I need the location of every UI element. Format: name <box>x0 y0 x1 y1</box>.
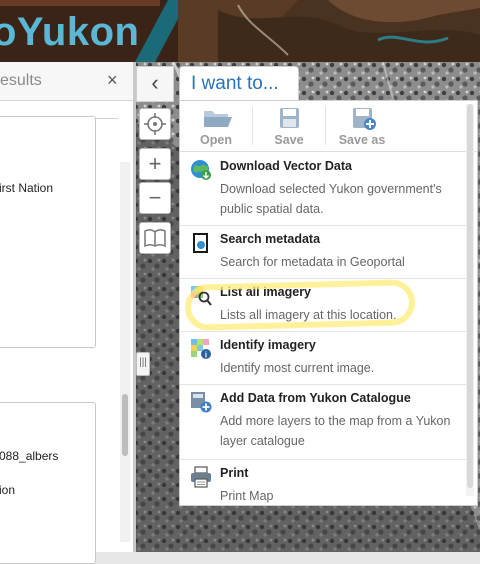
printer-icon <box>191 466 211 488</box>
save-as-button[interactable]: Save as <box>326 103 398 149</box>
globe-download-icon <box>191 160 211 180</box>
bookmarks-button[interactable] <box>139 222 171 254</box>
menu-item-add-data-from-catalogue[interactable]: Add Data from Yukon Catalogue Add more l… <box>180 385 467 460</box>
project-toolbar: Open Save Save as <box>180 101 477 152</box>
open-button[interactable]: Open <box>180 103 252 149</box>
crosshair-icon <box>144 113 166 135</box>
splitter-grip[interactable]: ||| <box>136 352 150 376</box>
i-want-to-panel: Open Save Save as Download Vector Data D… <box>179 100 478 506</box>
menu-item-print[interactable]: Print Print Map <box>180 460 467 505</box>
result-card-line1: 088_albers <box>0 449 59 463</box>
collapse-panel-button[interactable]: ‹ <box>136 66 174 102</box>
app-header: oYukon <box>0 0 480 62</box>
add-data-icon <box>191 392 212 413</box>
results-scrollbar-thumb[interactable] <box>122 394 128 456</box>
folder-open-icon <box>204 111 232 127</box>
zoom-in-button[interactable]: + <box>139 148 171 180</box>
item-description: Print Map <box>220 489 274 503</box>
item-title: Download Vector Data <box>220 159 352 173</box>
close-results-button[interactable]: × <box>107 70 118 91</box>
i-want-to-tab[interactable]: I want to... <box>179 66 299 102</box>
locate-button[interactable] <box>139 108 171 140</box>
open-label: Open <box>200 133 232 147</box>
save-icon <box>280 108 299 128</box>
metadata-search-icon <box>193 233 208 253</box>
item-description: Search for metadata in Geoportal <box>220 255 405 269</box>
result-card[interactable]: 088_albers ion <box>0 402 96 564</box>
results-panel: esults × irst Nation 088_albers ion <box>0 62 134 564</box>
menu-scrollbar-thumb[interactable] <box>467 104 473 488</box>
result-card-line2: ion <box>0 483 16 497</box>
save-label: Save <box>274 133 304 147</box>
menu-item-search-metadata[interactable]: Search metadata Search for metadata in G… <box>180 226 467 279</box>
save-as-label: Save as <box>338 133 386 147</box>
item-title: List all imagery <box>220 285 312 299</box>
zoom-out-button[interactable]: − <box>139 182 171 214</box>
item-description: Identify most current image. <box>220 361 375 375</box>
result-card[interactable]: irst Nation <box>0 116 96 348</box>
results-panel-title: esults <box>0 72 42 89</box>
item-description: Download selected Yukon government's pub… <box>220 182 442 216</box>
item-description: Lists all imagery at this location. <box>220 308 397 322</box>
item-title: Add Data from Yukon Catalogue <box>220 391 411 405</box>
save-button[interactable]: Save <box>253 103 325 149</box>
item-title: Identify imagery <box>220 338 316 352</box>
book-icon <box>144 229 166 248</box>
identify-imagery-icon: i <box>191 339 211 360</box>
header-landscape-photo <box>178 0 480 62</box>
svg-text:i: i <box>205 351 207 360</box>
imagery-search-icon <box>191 286 212 306</box>
item-description: Add more layers to the map from a Yukon … <box>220 414 451 448</box>
save-as-icon <box>353 108 376 130</box>
item-title: Search metadata <box>220 232 321 246</box>
item-title: Print <box>220 466 249 480</box>
menu-item-list-all-imagery[interactable]: List all imagery Lists all imagery at th… <box>180 279 467 332</box>
app-logo: oYukon <box>0 10 140 54</box>
menu-item-identify-imagery[interactable]: i Identify imagery Identify most current… <box>180 332 467 385</box>
result-card-text: irst Nation <box>0 181 54 195</box>
panel-splitter[interactable] <box>133 62 136 552</box>
menu-item-download-vector-data[interactable]: Download Vector Data Download selected Y… <box>180 153 467 226</box>
header-accent-strip <box>0 0 160 6</box>
results-scrollbar-track[interactable] <box>120 162 130 542</box>
results-tab-row: esults × <box>0 62 133 101</box>
